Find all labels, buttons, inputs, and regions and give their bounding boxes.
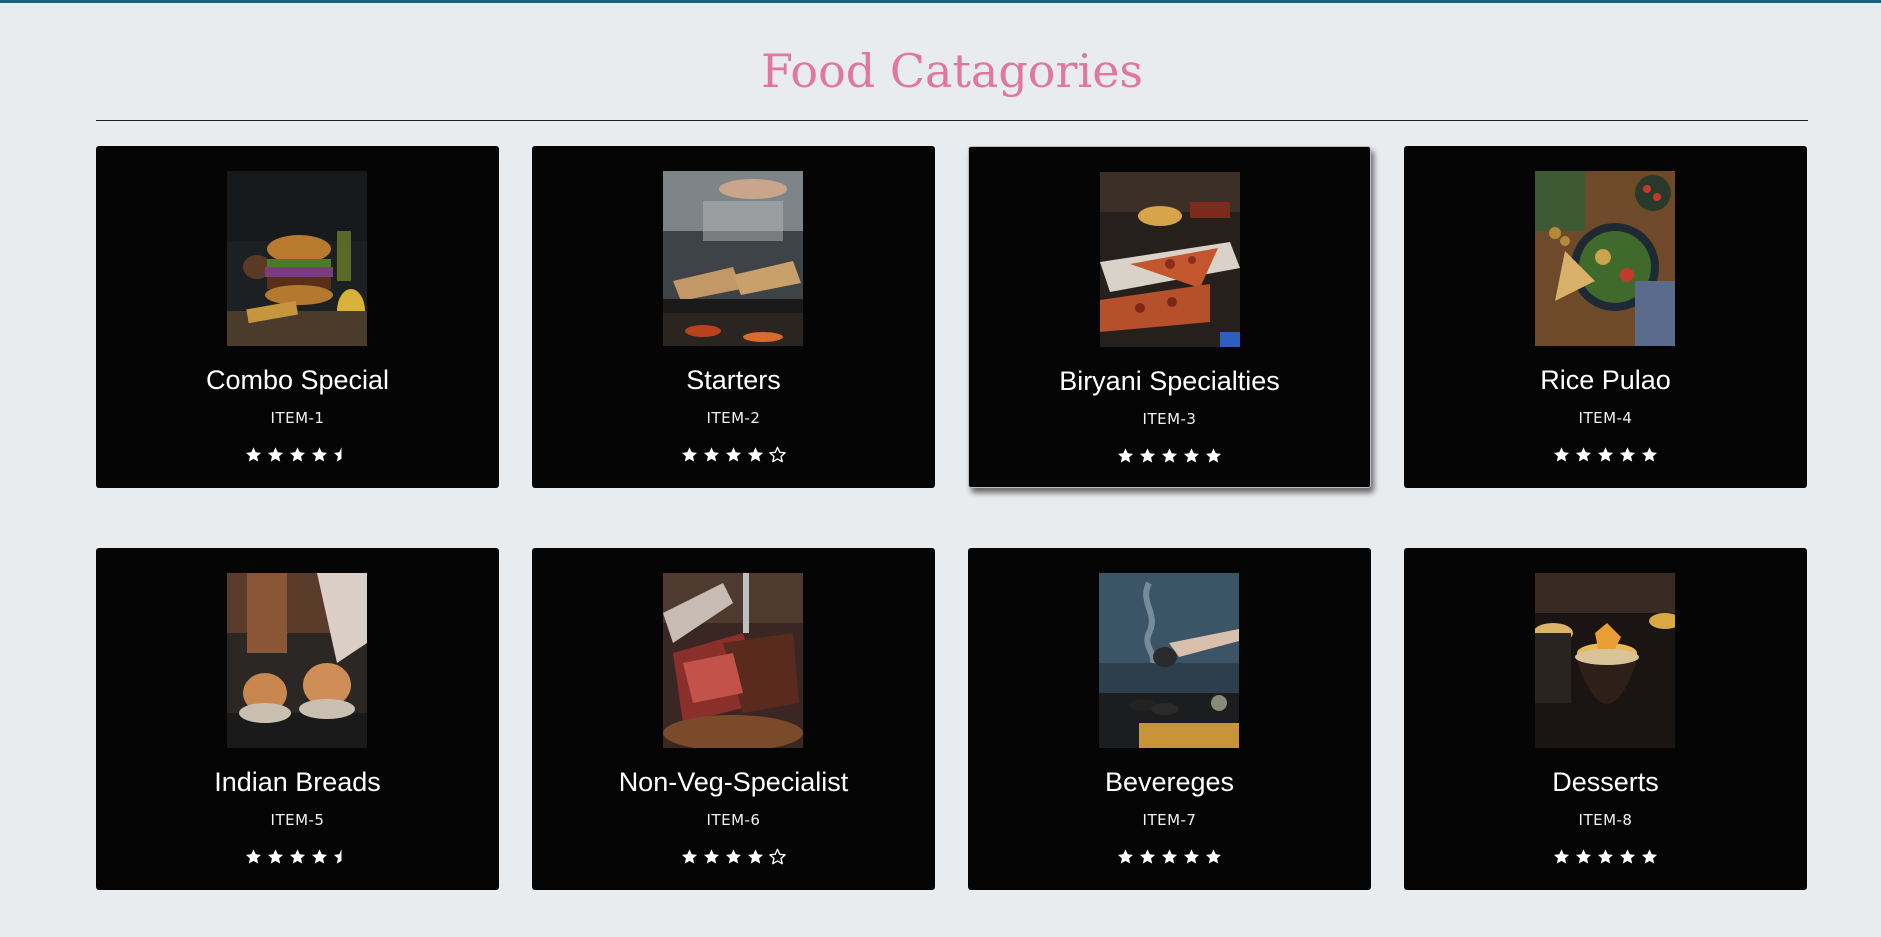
star-filled-icon (311, 849, 328, 864)
star-filled-icon (1205, 448, 1222, 463)
category-name: Starters (686, 365, 781, 395)
star-filled-icon (1183, 849, 1200, 864)
star-filled-icon (1597, 447, 1614, 462)
category-grid: Combo Special ITEM-1 Starters ITEM-2 Bir… (96, 146, 1808, 890)
category-code: ITEM-1 (270, 409, 325, 427)
category-name: Combo Special (205, 365, 390, 395)
dessert-cup-photo (1535, 573, 1675, 748)
star-filled-icon (1575, 447, 1592, 462)
star-filled-icon (1575, 849, 1592, 864)
grill-photo (663, 171, 803, 346)
category-name: Non-Veg-Specialist (618, 767, 849, 797)
category-code: ITEM-7 (1142, 811, 1197, 829)
star-filled-icon (725, 849, 742, 864)
star-rating (96, 446, 499, 464)
star-filled-icon (1619, 849, 1636, 864)
star-rating (1404, 446, 1807, 464)
category-code: ITEM-8 (1578, 811, 1633, 829)
salad-bowl-photo (1535, 171, 1675, 346)
star-filled-icon (1641, 447, 1658, 462)
category-code: ITEM-4 (1578, 409, 1633, 427)
pizza-photo (1100, 172, 1240, 347)
star-rating (1404, 848, 1807, 866)
star-rating (96, 848, 499, 866)
category-card[interactable]: Desserts ITEM-8 (1404, 548, 1807, 890)
tea-pour-photo (1099, 573, 1239, 748)
category-card[interactable]: Biryani Specialties ITEM-3 (968, 146, 1371, 488)
steak-photo (663, 573, 803, 748)
star-filled-icon (1641, 849, 1658, 864)
category-card[interactable]: Non-Veg-Specialist ITEM-6 (532, 548, 935, 890)
title-divider (96, 120, 1808, 121)
star-filled-icon (1161, 448, 1178, 463)
category-name: Rice Pulao (1540, 365, 1671, 395)
star-filled-icon (747, 849, 764, 864)
star-rating (968, 848, 1371, 866)
star-filled-icon (267, 849, 284, 864)
burger-photo (227, 171, 367, 346)
star-filled-icon (681, 447, 698, 462)
top-accent-strip (0, 0, 1881, 3)
star-filled-icon (1553, 849, 1570, 864)
buns-photo (227, 573, 367, 748)
category-card[interactable]: Indian Breads ITEM-5 (96, 548, 499, 890)
star-filled-icon (1619, 447, 1636, 462)
star-rating (532, 446, 935, 464)
category-code: ITEM-2 (706, 409, 761, 427)
star-rating (532, 848, 935, 866)
star-filled-icon (1597, 849, 1614, 864)
star-filled-icon (1139, 448, 1156, 463)
category-card[interactable]: Starters ITEM-2 (532, 146, 935, 488)
category-code: ITEM-6 (706, 811, 761, 829)
star-half-icon (333, 447, 342, 462)
star-filled-icon (1117, 849, 1134, 864)
category-code: ITEM-5 (270, 811, 325, 829)
category-card[interactable]: Combo Special ITEM-1 (96, 146, 499, 488)
star-filled-icon (1161, 849, 1178, 864)
category-name: Desserts (1552, 767, 1659, 797)
star-filled-icon (245, 447, 262, 462)
star-filled-icon (289, 849, 306, 864)
star-outline-icon (769, 446, 786, 463)
star-filled-icon (725, 447, 742, 462)
category-name: Bevereges (1104, 767, 1235, 797)
star-rating (969, 447, 1370, 465)
star-outline-icon (769, 848, 786, 865)
star-filled-icon (1117, 448, 1134, 463)
star-filled-icon (681, 849, 698, 864)
star-filled-icon (1139, 849, 1156, 864)
category-code: ITEM-3 (1142, 410, 1197, 428)
category-name: Indian Breads (214, 767, 381, 797)
star-filled-icon (245, 849, 262, 864)
star-filled-icon (1205, 849, 1222, 864)
page-title: Food Catagories (760, 44, 1144, 98)
category-name: Biryani Specialties (1059, 366, 1280, 396)
star-filled-icon (703, 447, 720, 462)
star-filled-icon (1553, 447, 1570, 462)
star-half-icon (333, 849, 342, 864)
star-filled-icon (311, 447, 328, 462)
category-card[interactable]: Rice Pulao ITEM-4 (1404, 146, 1807, 488)
star-filled-icon (267, 447, 284, 462)
star-filled-icon (1183, 448, 1200, 463)
star-filled-icon (289, 447, 306, 462)
star-filled-icon (703, 849, 720, 864)
category-card[interactable]: Bevereges ITEM-7 (968, 548, 1371, 890)
star-filled-icon (747, 447, 764, 462)
